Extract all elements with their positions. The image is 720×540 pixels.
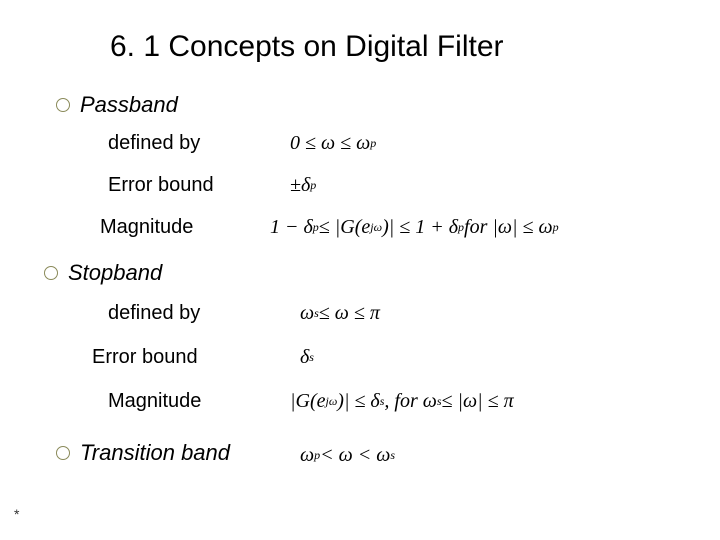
passband-mag-math: 1 − δp ≤ |G(ejω)| ≤ 1 + δp for |ω| ≤ ωp (270, 216, 559, 239)
math-text: ±δ (290, 174, 310, 197)
math-text: 0 ≤ ω ≤ ω (290, 132, 370, 155)
slide-title: 6. 1 Concepts on Digital Filter (110, 30, 504, 64)
label-text: Error bound (92, 346, 198, 369)
stopband-defined-math: ωs ≤ ω ≤ π (300, 302, 380, 325)
stopband-heading: Stopband (68, 260, 162, 286)
math-sub: p (553, 220, 559, 235)
math-sup: jω (325, 394, 337, 409)
math-sub: s (390, 448, 395, 463)
slide: 6. 1 Concepts on Digital Filter Passband… (0, 0, 720, 540)
math-text: |G(e (290, 390, 325, 413)
stopband-defined-label: defined by (108, 302, 200, 325)
math-sub: s (309, 350, 314, 365)
math-text: )| ≤ δ (337, 390, 379, 413)
footnote-asterisk: * (14, 506, 19, 522)
stopband-heading-row: Stopband (44, 260, 162, 286)
math-text: ≤ |ω| ≤ π (442, 390, 514, 413)
passband-defined-math: 0 ≤ ω ≤ ωp (290, 132, 376, 155)
math-sub: p (370, 136, 376, 151)
passband-heading-row: Passband (56, 92, 178, 118)
label-text: Magnitude (100, 216, 193, 239)
bullet-icon (44, 266, 58, 280)
math-text: 1 − δ (270, 216, 313, 239)
stopband-mag-math: |G(ejω)| ≤ δs, for ωs ≤ |ω| ≤ π (290, 390, 514, 413)
label-text: defined by (108, 302, 200, 325)
passband-heading: Passband (80, 92, 178, 118)
math-text: < ω < ω (320, 444, 390, 467)
math-text: ω (300, 302, 314, 325)
label-text: Magnitude (108, 390, 201, 413)
passband-mag-label: Magnitude (100, 216, 193, 239)
label-text: defined by (108, 132, 200, 155)
passband-defined-label: defined by (108, 132, 200, 155)
math-text: , for ω (384, 390, 436, 413)
passband-error-label: Error bound (108, 174, 214, 197)
passband-error-math: ±δp (290, 174, 316, 197)
math-sup: jω (370, 220, 382, 235)
math-text: ω (300, 444, 314, 467)
math-text: ≤ |G(e (319, 216, 370, 239)
stopband-error-math: δs (300, 346, 314, 369)
label-text: Error bound (108, 174, 214, 197)
bullet-icon (56, 98, 70, 112)
math-text: )| ≤ 1 + δ (382, 216, 458, 239)
transition-heading: Transition band (80, 440, 230, 466)
transition-heading-row: Transition band (56, 440, 230, 466)
math-sub: p (310, 178, 316, 193)
math-text: ≤ ω ≤ π (319, 302, 380, 325)
stopband-mag-label: Magnitude (108, 390, 201, 413)
bullet-icon (56, 446, 70, 460)
math-text: for |ω| ≤ ω (464, 216, 553, 239)
stopband-error-label: Error bound (92, 346, 198, 369)
transition-math: ωp < ω < ωs (300, 444, 395, 467)
math-text: δ (300, 346, 309, 369)
